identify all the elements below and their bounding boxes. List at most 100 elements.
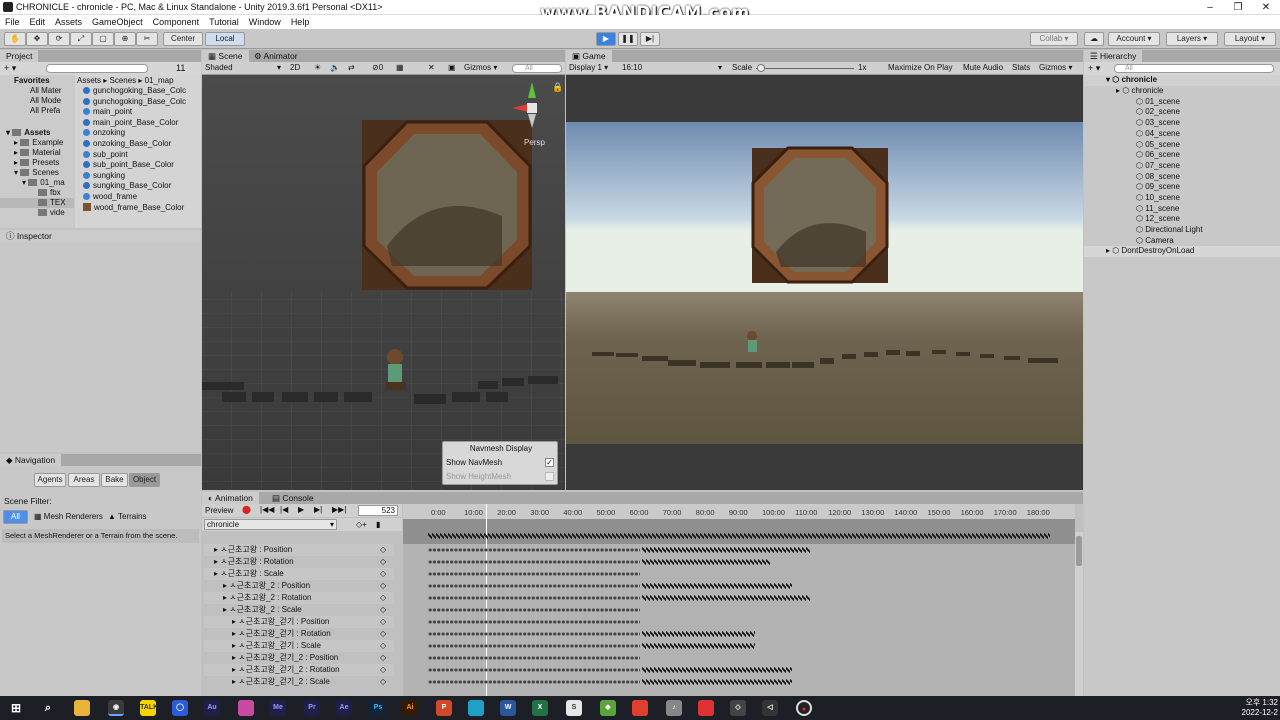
nav-tab-bake[interactable]: Bake <box>101 473 128 487</box>
photos-icon[interactable] <box>238 700 254 716</box>
tree-video[interactable]: vide <box>38 208 65 218</box>
play-anim-button[interactable]: ▶ <box>298 505 304 515</box>
effects-icon[interactable]: ⇄ <box>348 63 355 73</box>
file-item[interactable]: onzoking <box>83 128 125 138</box>
keyframe-track-selected[interactable] <box>642 594 810 602</box>
tree-scenes[interactable]: ▾ Scenes <box>14 168 59 178</box>
step-button[interactable]: ▶| <box>640 32 660 46</box>
animation-property-row[interactable]: ▸ ㅅ근초고왕 : Rotation ◇ <box>204 556 394 568</box>
scale-slider-handle[interactable] <box>757 64 765 72</box>
keyframe-toggle-icon[interactable]: ◇ <box>380 664 386 676</box>
keyframe-toggle-icon[interactable]: ◇ <box>380 640 386 652</box>
prev-key-button[interactable]: |◀ <box>280 505 288 515</box>
play-button[interactable]: ▶ <box>596 32 616 46</box>
last-key-button[interactable]: ▶▶| <box>332 505 346 515</box>
keyframe-track[interactable] <box>428 618 640 626</box>
next-key-button[interactable]: ▶| <box>314 505 322 515</box>
hierarchy-root-row[interactable]: ▾ ⬡ chronicle <box>1084 75 1280 86</box>
menu-help[interactable]: Help <box>286 15 315 29</box>
hidden-count[interactable]: ⊘0 <box>372 63 383 73</box>
menu-gameobject[interactable]: GameObject <box>87 15 148 29</box>
tools-icon[interactable]: ✕ <box>428 63 435 73</box>
tab-project[interactable]: Project <box>0 50 39 62</box>
filter-terrains[interactable]: ▲ Terrains <box>108 512 146 522</box>
animation-property-row[interactable]: ▸ ㅅ근초고왕 : Scale ◇ <box>204 568 394 580</box>
keyframe-toggle-icon[interactable]: ◇ <box>380 592 386 604</box>
keyframe-toggle-icon[interactable]: ◇ <box>380 604 386 616</box>
keyframe-track[interactable] <box>428 558 640 566</box>
tab-animation[interactable]: ◐ Animation <box>202 492 259 504</box>
tree-presets[interactable]: ▸ Presets <box>14 158 59 168</box>
keyframe-track[interactable] <box>428 570 640 578</box>
record-app-icon[interactable]: ● <box>796 700 812 716</box>
app-icon-red[interactable] <box>632 700 648 716</box>
hierarchy-create-button[interactable]: + ▾ <box>1088 63 1100 74</box>
bandicam-icon[interactable] <box>698 700 714 716</box>
add-event-icon[interactable]: ▮ <box>376 520 380 530</box>
hierarchy-search-input[interactable]: All <box>1114 64 1274 73</box>
excel-icon[interactable]: X <box>532 700 548 716</box>
hierarchy-item[interactable]: ⬡ 05_scene <box>1136 140 1180 150</box>
keyframe-track-selected[interactable] <box>642 582 792 590</box>
tab-console[interactable]: ▤ Console <box>266 492 320 504</box>
windows-start-icon[interactable]: ⊞ <box>8 700 24 716</box>
file-item[interactable]: sub_point_Base_Color <box>83 160 174 170</box>
keyframe-toggle-icon[interactable]: ◇ <box>380 556 386 568</box>
camera-icon[interactable]: ▣ <box>448 63 456 73</box>
aspect-dropdown[interactable]: 16:10 <box>622 63 642 73</box>
summary-keyframes[interactable] <box>428 532 1050 540</box>
powerpoint-icon[interactable]: P <box>436 700 452 716</box>
search-icon[interactable]: ⌕ <box>40 700 56 716</box>
nav-tab-areas[interactable]: Areas <box>68 473 100 487</box>
keyframe-track[interactable] <box>428 654 640 662</box>
tree-example[interactable]: ▸ Example <box>14 138 63 148</box>
after-effects-icon[interactable]: Ae <box>336 700 352 716</box>
keyframe-track-selected[interactable] <box>642 666 792 674</box>
app-icon-green[interactable]: ◆ <box>600 700 616 716</box>
record-button[interactable]: ⬤ <box>242 505 251 515</box>
keyframe-track[interactable] <box>428 594 640 602</box>
hierarchy-item[interactable]: ⬡ 06_scene <box>1136 150 1180 160</box>
keyframe-track[interactable] <box>428 630 640 638</box>
assets-node[interactable]: ▾ Assets <box>6 128 51 138</box>
transform-tool-icon[interactable]: ⊕ <box>114 32 136 46</box>
close-button[interactable]: ✕ <box>1252 0 1280 15</box>
animation-property-row[interactable]: ▸ ㅅ근초고왕_걷기 : Position ◇ <box>204 616 394 628</box>
animation-property-row[interactable]: ▸ ㅅ근초고왕_2 : Position ◇ <box>204 580 394 592</box>
file-item[interactable]: sub_point <box>83 150 128 160</box>
file-item[interactable]: main_point_Base_Color <box>83 118 178 128</box>
file-item[interactable]: wood_frame <box>83 192 137 202</box>
file-item[interactable]: sungking <box>83 171 125 181</box>
shading-dropdown[interactable]: Shaded <box>205 63 233 73</box>
menu-component[interactable]: Component <box>148 15 205 29</box>
app-icon-s[interactable]: S <box>566 700 582 716</box>
keyframe-track[interactable] <box>428 606 640 614</box>
tab-navigation[interactable]: ◆ Navigation <box>0 454 62 466</box>
toggle-2d[interactable]: 2D <box>290 63 300 73</box>
animation-property-row[interactable]: ▸ ㅅ근초고왕_걷기_2 : Scale ◇ <box>204 676 394 688</box>
dont-destroy[interactable]: ▸ ⬡ DontDestroyOnLoad <box>1106 246 1194 256</box>
word-icon[interactable]: W <box>500 700 516 716</box>
preview-toggle[interactable]: Preview <box>205 506 233 516</box>
light-icon[interactable]: ☀ <box>314 63 321 73</box>
tree-01map[interactable]: ▾ 01_ma <box>22 178 65 188</box>
keyframe-track[interactable] <box>428 642 640 650</box>
breadcrumb-01map[interactable]: 01_map <box>145 76 174 85</box>
keyframe-track-selected[interactable] <box>642 558 770 566</box>
grid-icon[interactable]: ▦ <box>396 63 404 73</box>
hierarchy-item[interactable]: ⬡ 01_scene <box>1136 97 1180 107</box>
first-key-button[interactable]: |◀◀ <box>260 505 274 515</box>
scene-viewport[interactable]: Persp 🔒 <box>202 76 565 490</box>
tree-material[interactable]: ▸ Material <box>14 148 61 158</box>
show-navmesh-checkbox[interactable]: ✓ <box>545 458 554 467</box>
animation-property-row[interactable]: ▸ ㅅ근초고왕_걷기_2 : Position ◇ <box>204 652 394 664</box>
layout-dropdown[interactable]: Layout ▾ <box>1224 32 1276 46</box>
hierarchy-item[interactable]: ⬡ 07_scene <box>1136 161 1180 171</box>
menu-tutorial[interactable]: Tutorial <box>204 15 244 29</box>
animation-property-row[interactable]: ▸ ㅅ근초고왕_2 : Scale ◇ <box>204 604 394 616</box>
photoshop-icon[interactable]: Ps <box>370 700 386 716</box>
rotate-tool-icon[interactable]: ⟳ <box>48 32 70 46</box>
add-keyframe-icon[interactable]: ◇+ <box>356 520 367 530</box>
filter-mesh-renderers[interactable]: ▦ Mesh Renderers <box>34 512 103 522</box>
keyframe-track[interactable] <box>428 546 640 554</box>
